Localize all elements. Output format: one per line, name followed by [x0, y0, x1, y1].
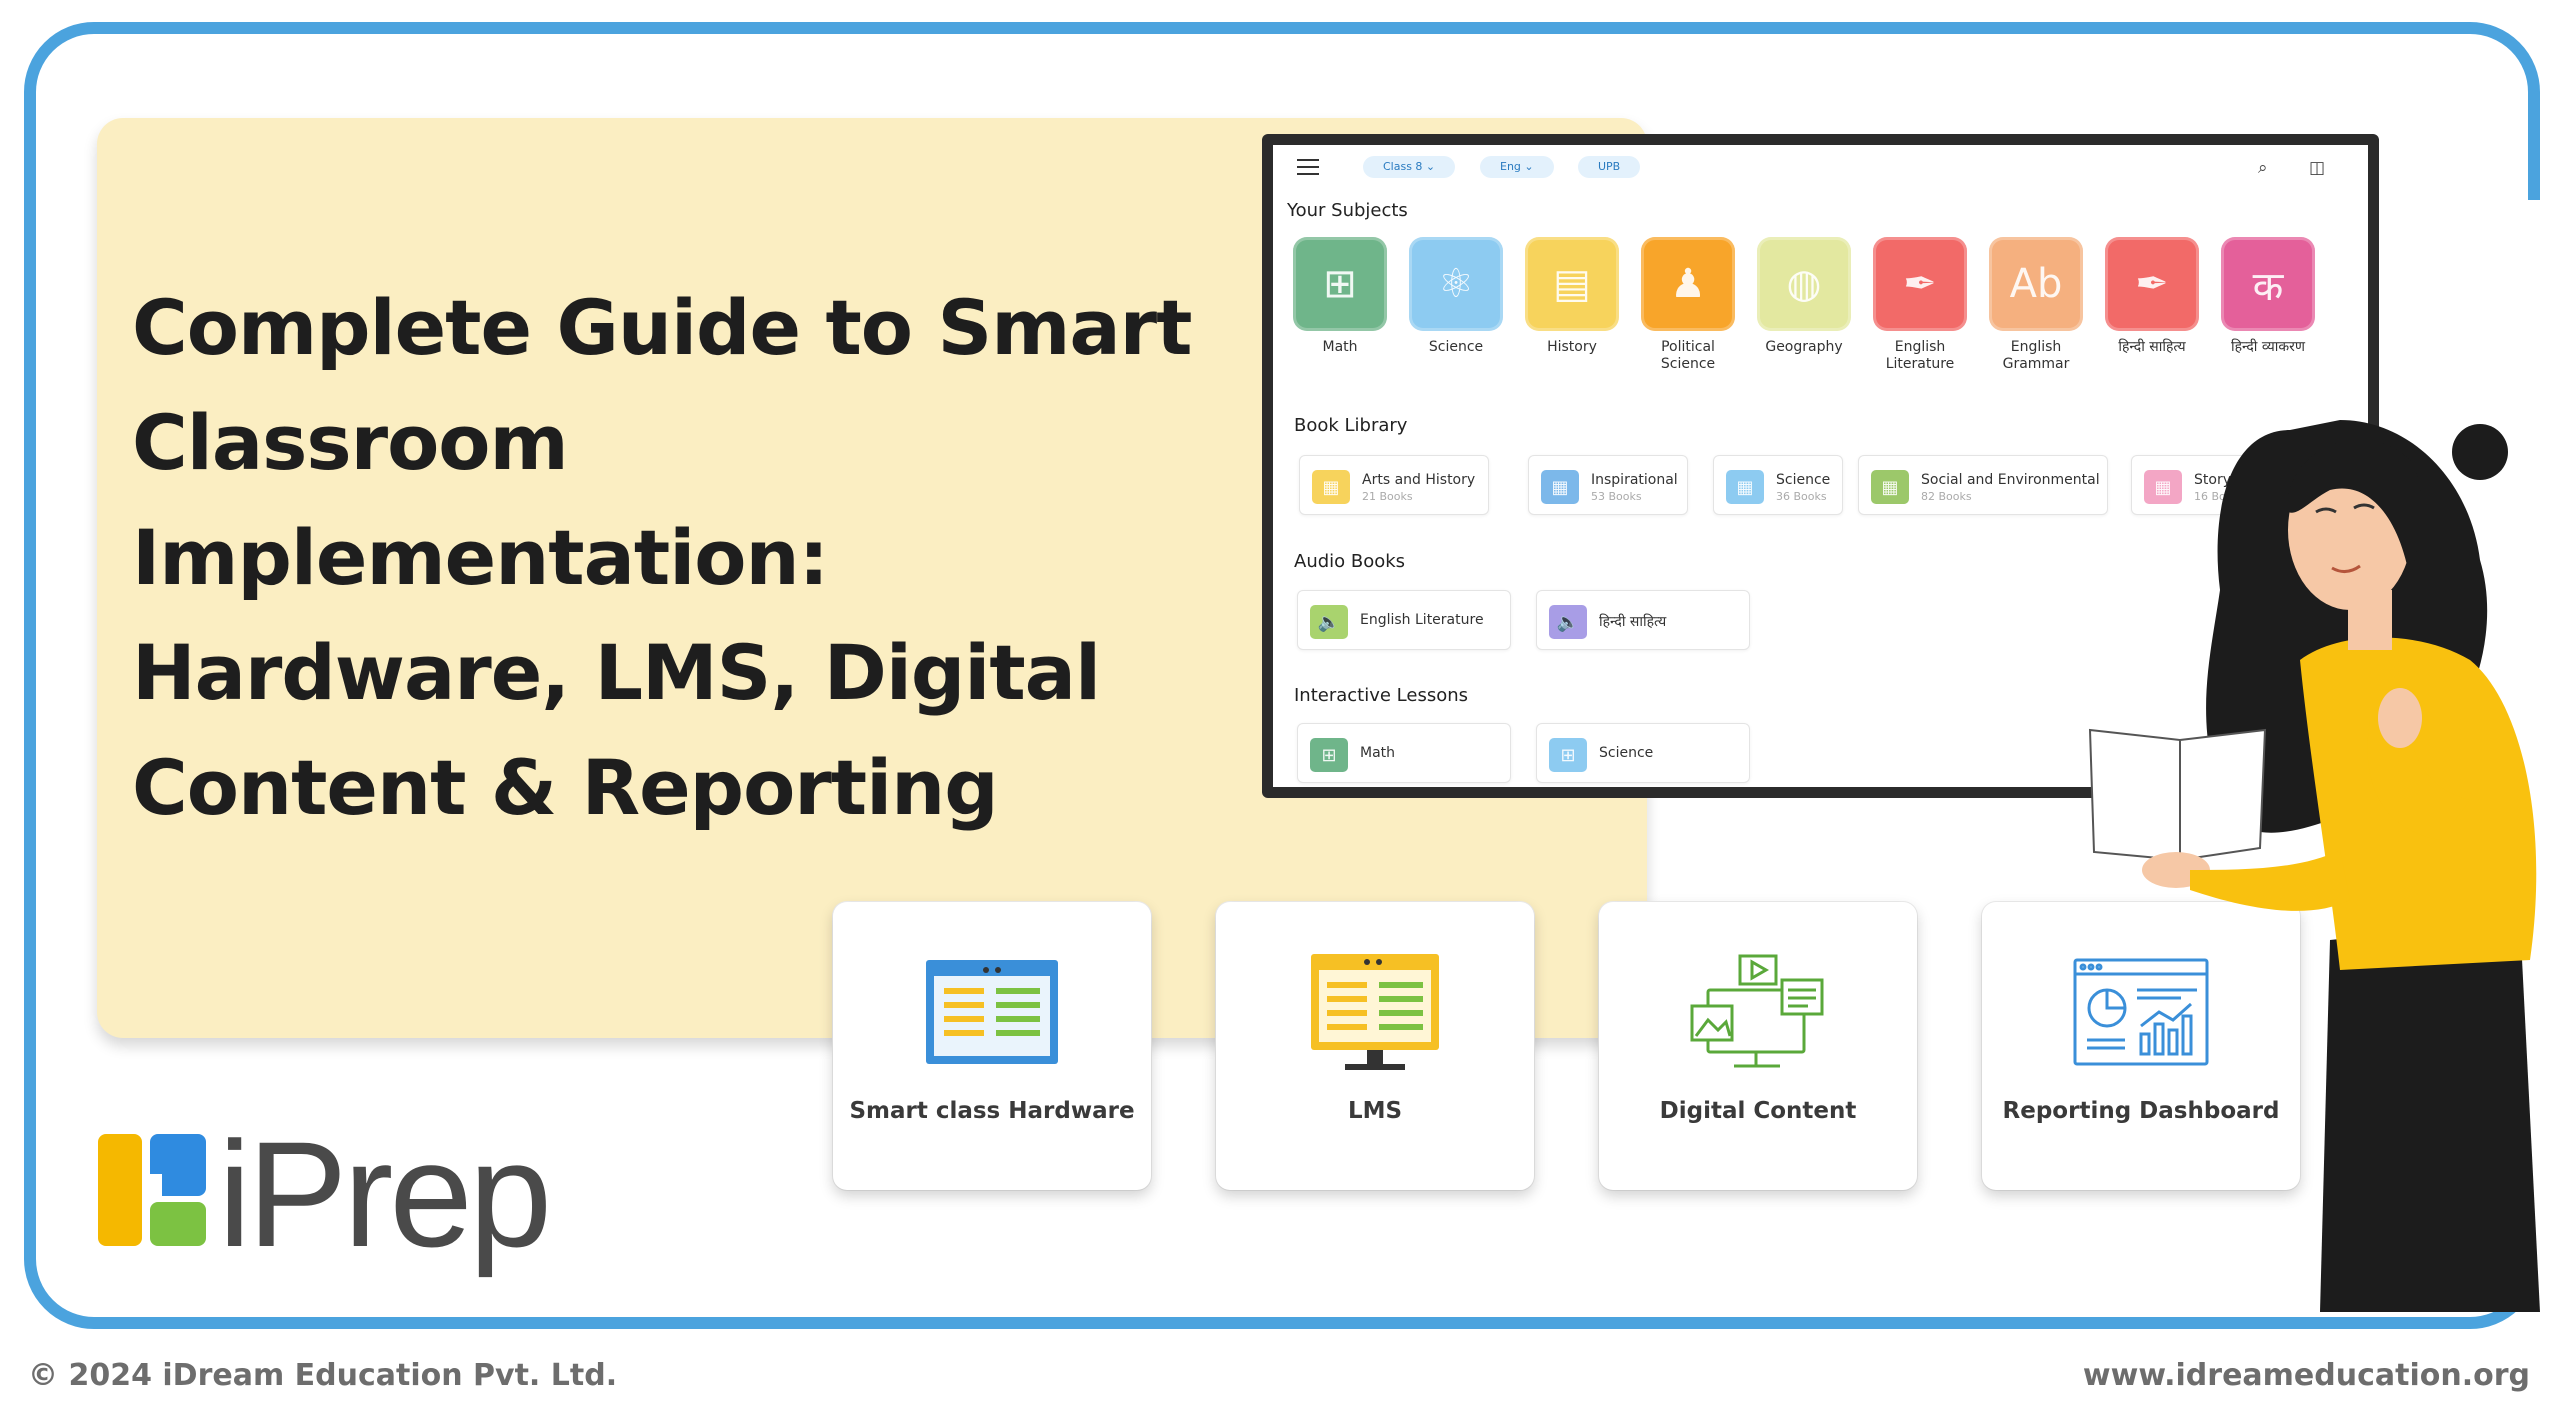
library-card[interactable]: ▦ Arts and History 21 Books: [1299, 455, 1489, 515]
library-card-title: Social and Environmental: [1921, 472, 2100, 488]
audio-book-card[interactable]: 🔈 हिन्दी साहित्य: [1536, 590, 1750, 650]
feature-label: Smart class Hardware: [849, 1098, 1135, 1124]
audio-book-icon: 🔈: [1310, 605, 1348, 639]
subject-icon: ▤: [1525, 237, 1619, 331]
book-category-icon: ▦: [1312, 470, 1350, 504]
subject-tile[interactable]: ◍ Geography: [1757, 237, 1851, 356]
audio-book-card[interactable]: 🔈 English Literature: [1297, 590, 1511, 650]
language-selector[interactable]: Eng ⌄: [1480, 156, 1554, 178]
feature-card-hardware[interactable]: Smart class Hardware: [833, 902, 1151, 1190]
menu-icon[interactable]: [1297, 159, 1319, 175]
subject-icon: ◍: [1757, 237, 1851, 331]
subject-tile[interactable]: Ab English Grammar: [1989, 237, 2083, 373]
subject-tile[interactable]: क हिन्दी व्याकरण: [2221, 237, 2315, 356]
library-card-count: 82 Books: [1921, 490, 1972, 503]
subject-label: Geography: [1765, 339, 1843, 355]
library-card[interactable]: ▦ Science 36 Books: [1713, 455, 1843, 515]
teacher-illustration: [2088, 420, 2540, 1312]
library-card-count: 21 Books: [1362, 490, 1413, 503]
library-card[interactable]: ▦ Social and Environmental 82 Books: [1858, 455, 2108, 515]
subject-label: Political Science: [1660, 339, 1716, 372]
subject-label: Science: [1428, 339, 1484, 355]
audio-title: Audio Books: [1294, 551, 1406, 572]
monitor-icon: [1311, 954, 1439, 1070]
smart-board-icon: [926, 960, 1058, 1064]
subject-label: English Grammar: [2002, 339, 2070, 372]
iprep-logo: iPrep: [98, 1110, 618, 1278]
book-category-icon: ▦: [1871, 470, 1909, 504]
library-card-title: Inspirational: [1591, 472, 1678, 488]
subject-label: History: [1547, 339, 1597, 355]
title-line-2: Classroom Implementation:: [132, 398, 829, 602]
lessons-title: Interactive Lessons: [1294, 685, 1469, 706]
subject-icon: ⚛: [1409, 237, 1503, 331]
title-line-4: Content & Reporting: [132, 743, 999, 832]
feature-label: LMS: [1347, 1098, 1403, 1124]
logo-mark-icon: [98, 1134, 206, 1246]
subjects-title: Your Subjects: [1287, 200, 1408, 221]
subject-tile[interactable]: ✒ English Literature: [1873, 237, 1967, 373]
subject-label: हिन्दी व्याकरण: [2230, 339, 2306, 355]
copyright-text: © 2024 iDream Education Pvt. Ltd.: [28, 1358, 618, 1393]
library-card-title: Science: [1776, 472, 1831, 488]
website-link[interactable]: www.idreameducation.org: [2083, 1358, 2530, 1393]
search-icon[interactable]: ⌕: [2258, 158, 2268, 178]
subject-tile[interactable]: ⚛ Science: [1409, 237, 1503, 356]
bag-icon[interactable]: ◫: [2309, 158, 2325, 178]
lesson-icon: ⊞: [1310, 738, 1348, 772]
board-selector[interactable]: UPB: [1578, 156, 1641, 178]
subject-icon: ⊞: [1293, 237, 1387, 331]
book-category-icon: ▦: [1541, 470, 1579, 504]
subject-label: हिन्दी साहित्य: [2118, 339, 2186, 355]
library-card-title: Arts and History: [1362, 472, 1476, 488]
lesson-card[interactable]: ⊞ Science: [1536, 723, 1750, 783]
subject-icon: क: [2221, 237, 2315, 331]
title-line-3: Hardware, LMS, Digital: [132, 628, 1101, 717]
subject-tile[interactable]: ▤ History: [1525, 237, 1619, 356]
app-topbar: Class 8 ⌄ Eng ⌄ UPB ⌕ ◫: [1273, 145, 2368, 183]
audio-book-title: English Literature: [1360, 612, 1484, 628]
library-card-count: 53 Books: [1591, 490, 1642, 503]
feature-card-content[interactable]: Digital Content: [1599, 902, 1917, 1190]
subject-icon: ♟: [1641, 237, 1735, 331]
subject-label: Math: [1322, 339, 1358, 355]
feature-card-lms[interactable]: LMS: [1216, 902, 1534, 1190]
audio-book-icon: 🔈: [1549, 605, 1587, 639]
subject-label: English Literature: [1885, 339, 1955, 372]
audio-book-title: हिन्दी साहित्य: [1599, 614, 1667, 630]
page-title: Complete Guide to Smart Classroom Implem…: [132, 270, 1262, 845]
class-selector[interactable]: Class 8 ⌄: [1363, 156, 1456, 178]
subject-icon: ✒: [1873, 237, 1967, 331]
lesson-title: Math: [1360, 745, 1396, 761]
lesson-title: Science: [1599, 745, 1654, 761]
library-title: Book Library: [1294, 415, 1408, 436]
lesson-icon: ⊞: [1549, 738, 1587, 772]
subject-tile[interactable]: ⊞ Math: [1293, 237, 1387, 356]
subject-icon: Ab: [1989, 237, 2083, 331]
logo-wordmark: iPrep: [218, 1110, 552, 1278]
title-line-1: Complete Guide to Smart: [132, 283, 1192, 372]
book-category-icon: ▦: [1726, 470, 1764, 504]
subject-tile[interactable]: ♟ Political Science: [1641, 237, 1735, 373]
subject-icon: ✒: [2105, 237, 2199, 331]
lesson-card[interactable]: ⊞ Math: [1297, 723, 1511, 783]
feature-label: Digital Content: [1659, 1098, 1857, 1124]
digital-content-icon: [1690, 954, 1824, 1068]
library-card[interactable]: ▦ Inspirational 53 Books: [1528, 455, 1688, 515]
library-card-count: 36 Books: [1776, 490, 1827, 503]
subject-tile[interactable]: ✒ हिन्दी साहित्य: [2105, 237, 2199, 356]
